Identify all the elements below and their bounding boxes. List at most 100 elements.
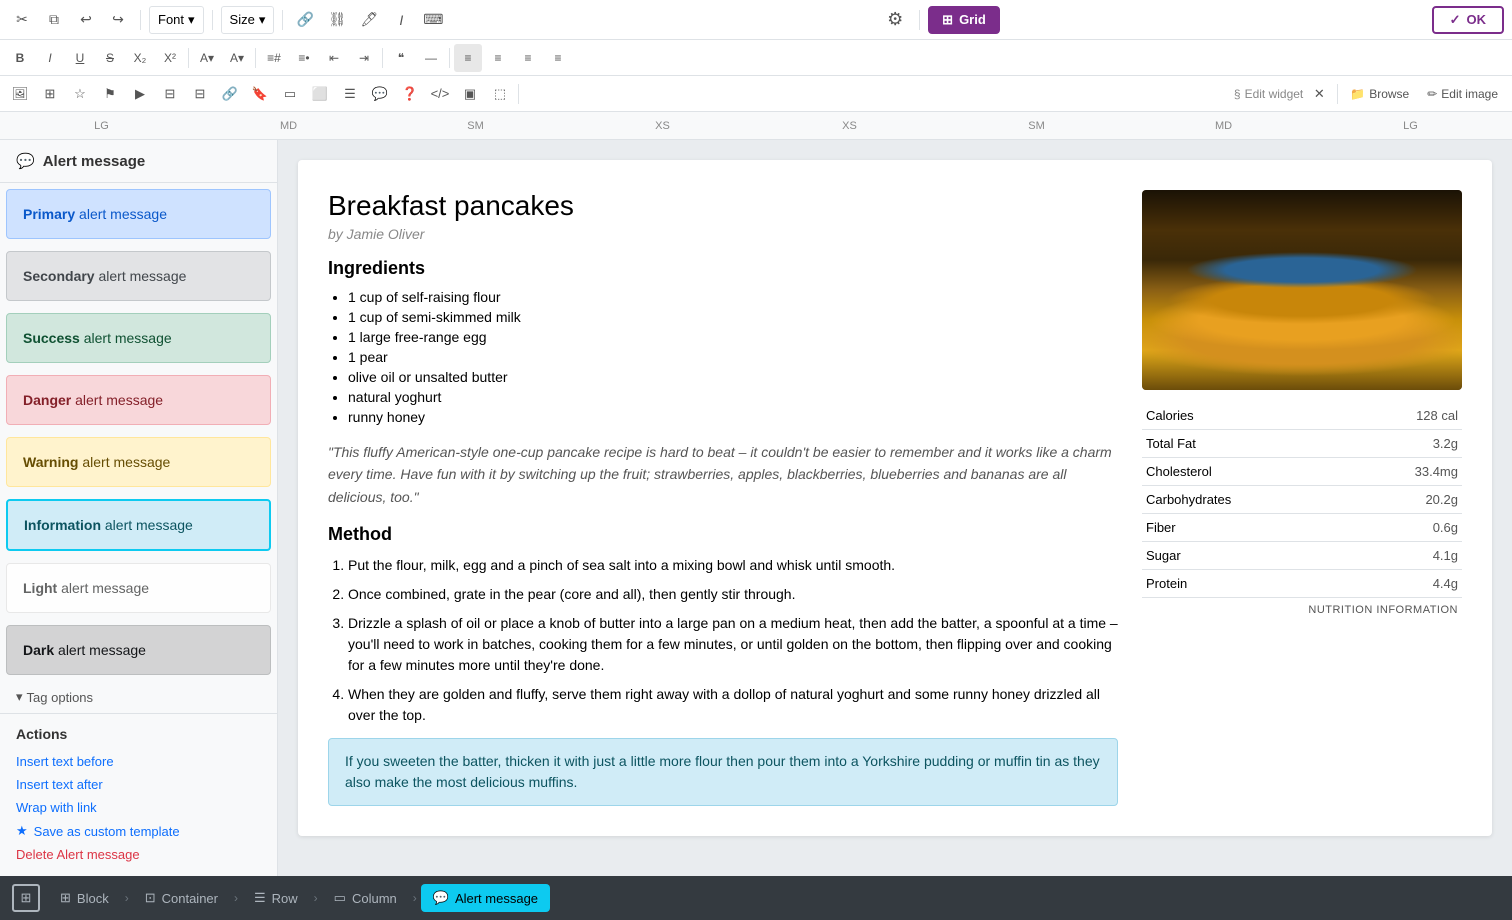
- action-insert-after[interactable]: Insert text after: [16, 773, 261, 796]
- info-box[interactable]: If you sweeten the batter, thicken it wi…: [328, 738, 1118, 806]
- subscript-btn[interactable]: X₂: [126, 44, 154, 72]
- alert-success-strong: Success: [23, 330, 80, 346]
- action-wrap-link[interactable]: Wrap with link: [16, 796, 261, 819]
- media-btn[interactable]: ▣: [456, 80, 484, 108]
- unordered-list-btn[interactable]: ≡•: [290, 44, 318, 72]
- close-widget-btn[interactable]: ✕: [1305, 80, 1333, 108]
- code-icon-btn[interactable]: </>: [426, 80, 454, 108]
- italic-btn[interactable]: I: [36, 44, 64, 72]
- alert-warning[interactable]: Warning alert message: [6, 437, 271, 487]
- alert-secondary[interactable]: Secondary alert message: [6, 251, 271, 301]
- ok-button[interactable]: ✓ OK: [1432, 6, 1504, 34]
- alert-light[interactable]: Light alert message: [6, 563, 271, 613]
- help-btn[interactable]: ❓: [396, 80, 424, 108]
- alert-information[interactable]: Information alert message: [6, 499, 271, 551]
- italic-top-btn[interactable]: I: [387, 6, 415, 34]
- breadcrumb-container[interactable]: ⊡ Container: [133, 884, 230, 912]
- link-icon-btn[interactable]: 🔗: [216, 80, 244, 108]
- indent-more-btn[interactable]: ⇥: [350, 44, 378, 72]
- font-select[interactable]: Font ▾: [149, 6, 204, 34]
- bold-btn[interactable]: B: [6, 44, 34, 72]
- color-btn[interactable]: 🖊: [355, 6, 383, 34]
- edit-image-button[interactable]: ✏ Edit image: [1419, 83, 1506, 105]
- image-btn[interactable]: 🖼: [6, 80, 34, 108]
- ingredient-6: natural yoghurt: [348, 389, 1118, 405]
- align-center-btn[interactable]: ≡: [484, 44, 512, 72]
- blockquote-btn[interactable]: ❝: [387, 44, 415, 72]
- nutrition-label-carbs: Carbohydrates: [1142, 486, 1348, 514]
- gear-button[interactable]: ⚙: [879, 4, 911, 36]
- size-select[interactable]: Size ▾: [221, 6, 275, 34]
- alert-dark[interactable]: Dark alert message: [6, 625, 271, 675]
- alert-breadcrumb-label: Alert message: [455, 891, 538, 906]
- text-color-btn[interactable]: A▾: [193, 44, 221, 72]
- grid-button[interactable]: ⊞ Grid: [928, 6, 1000, 34]
- action-save-template[interactable]: ★ Save as custom template: [16, 819, 261, 843]
- edit-widget-label[interactable]: § Edit widget: [1234, 87, 1303, 101]
- redo-btn[interactable]: ↪: [104, 6, 132, 34]
- link-btn[interactable]: 🔗: [291, 6, 319, 34]
- tag-options[interactable]: ▾ Tag options: [0, 681, 277, 713]
- indent-less-btn[interactable]: ⇤: [320, 44, 348, 72]
- form-btn[interactable]: ▭: [276, 80, 304, 108]
- ordered-list-btn[interactable]: ≡#: [260, 44, 288, 72]
- select-icon[interactable]: ⊞: [12, 884, 40, 912]
- step-1: Put the flour, milk, egg and a pinch of …: [348, 555, 1118, 576]
- video-btn[interactable]: ▶: [126, 80, 154, 108]
- nutrition-label-fat: Total Fat: [1142, 430, 1348, 458]
- nutrition-value-carbs: 20.2g: [1348, 486, 1462, 514]
- nutrition-value-fiber: 0.6g: [1348, 514, 1462, 542]
- breadcrumb-column[interactable]: ▭ Column: [322, 884, 409, 912]
- tooltip-btn[interactable]: 💬: [366, 80, 394, 108]
- recipe-image: [1142, 190, 1462, 390]
- hr-btn[interactable]: —: [417, 44, 445, 72]
- breadcrumb-row[interactable]: ☰ Row: [242, 884, 310, 912]
- alert-information-text: alert message: [101, 517, 193, 533]
- cut-btn[interactable]: ✂: [8, 6, 36, 34]
- superscript-btn[interactable]: X²: [156, 44, 184, 72]
- underline-btn[interactable]: U: [66, 44, 94, 72]
- action-delete[interactable]: Delete Alert message: [16, 843, 261, 866]
- icon-btn[interactable]: ☆: [66, 80, 94, 108]
- ingredient-1: 1 cup of self-raising flour: [348, 289, 1118, 305]
- align-left-btn[interactable]: ≡: [454, 44, 482, 72]
- alert-secondary-text: alert message: [95, 268, 187, 284]
- row-icon: ☰: [254, 890, 266, 906]
- flag-btn[interactable]: ⚑: [96, 80, 124, 108]
- insert-after-label: Insert text after: [16, 777, 103, 792]
- ingredient-3: 1 large free-range egg: [348, 329, 1118, 345]
- strikethrough-btn[interactable]: S: [96, 44, 124, 72]
- bg-color-btn[interactable]: A▾: [223, 44, 251, 72]
- alert-danger-strong: Danger: [23, 392, 71, 408]
- code-btn[interactable]: ⌨: [419, 6, 447, 34]
- breadcrumb-alert[interactable]: 💬 Alert message: [421, 884, 550, 912]
- alert-success[interactable]: Success alert message: [6, 313, 271, 363]
- embed-btn[interactable]: ⬚: [486, 80, 514, 108]
- action-insert-before[interactable]: Insert text before: [16, 750, 261, 773]
- nutrition-row-carbs: Carbohydrates 20.2g: [1142, 486, 1462, 514]
- box-btn[interactable]: ⬜: [306, 80, 334, 108]
- bookmark-btn[interactable]: 🔖: [246, 80, 274, 108]
- unlink-btn[interactable]: ⛓: [323, 6, 351, 34]
- method-title: Method: [328, 524, 1118, 545]
- grid-icon-btn[interactable]: ⊟: [156, 80, 184, 108]
- align-justify-btn[interactable]: ≡: [544, 44, 572, 72]
- alert-danger[interactable]: Danger alert message: [6, 375, 271, 425]
- nutrition-row-fat: Total Fat 3.2g: [1142, 430, 1462, 458]
- browse-button[interactable]: 📁 Browse: [1342, 83, 1417, 105]
- align-right-btn[interactable]: ≡: [514, 44, 542, 72]
- resp-sm-right: SM: [943, 120, 1130, 132]
- column-btn[interactable]: ⊟: [186, 80, 214, 108]
- copy-btn[interactable]: ⧉: [40, 6, 68, 34]
- breadcrumb-block[interactable]: ⊞ Block: [48, 884, 121, 912]
- undo-btn[interactable]: ↩: [72, 6, 100, 34]
- alert-primary[interactable]: Primary alert message: [6, 189, 271, 239]
- chevron-down-icon: ▾: [16, 689, 23, 705]
- sep-3: [282, 10, 283, 30]
- accordion-btn[interactable]: ☰: [336, 80, 364, 108]
- table-btn[interactable]: ⊞: [36, 80, 64, 108]
- container-label: Container: [162, 891, 218, 906]
- sep-f1: [188, 48, 189, 68]
- nutrition-label-fiber: Fiber: [1142, 514, 1348, 542]
- sep-2: [212, 10, 213, 30]
